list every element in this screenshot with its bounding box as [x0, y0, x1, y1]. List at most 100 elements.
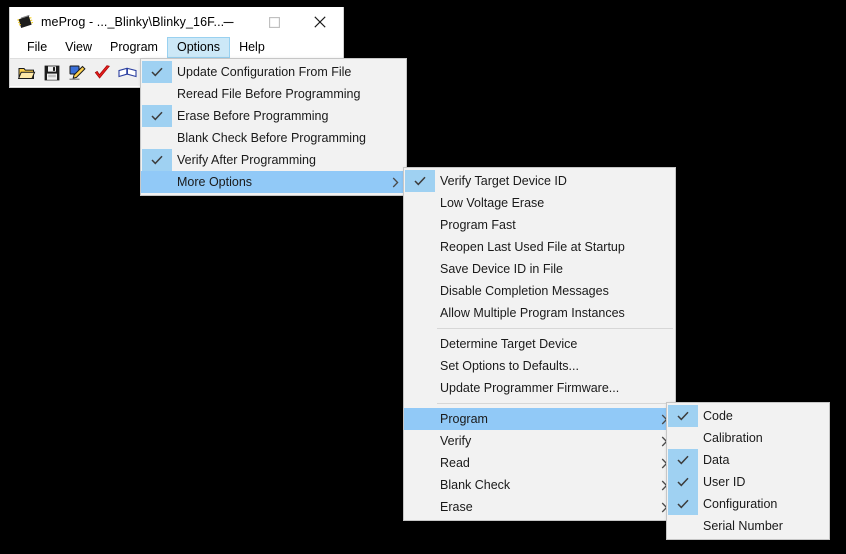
- checkmark-slot: [405, 302, 435, 324]
- menu-item-label: Erase: [440, 500, 473, 514]
- menubar-item-view[interactable]: View: [56, 37, 101, 58]
- program-device-icon[interactable]: [66, 62, 88, 84]
- menu-item-serial-number[interactable]: Serial Number: [667, 515, 829, 537]
- menubar-label: Help: [239, 40, 265, 55]
- window-title: meProg - ..._Blinky\Blinky_16F...: [41, 15, 225, 29]
- menu-item-label: Reread File Before Programming: [177, 87, 361, 101]
- menu-item-update-programmer-firmware[interactable]: Update Programmer Firmware...: [404, 377, 675, 399]
- checkmark-slot: [142, 127, 172, 149]
- menu-separator: [437, 328, 673, 329]
- menu-item-more-options[interactable]: More Options: [141, 171, 406, 193]
- menu-item-read[interactable]: Read: [404, 452, 675, 474]
- menubar-label: Program: [110, 40, 158, 55]
- menu-item-program[interactable]: Program: [404, 408, 675, 430]
- checkmark-slot: [405, 236, 435, 258]
- menu-item-label: Verify After Programming: [177, 153, 316, 167]
- menu-item-verify-target-device-id[interactable]: Verify Target Device ID: [404, 170, 675, 192]
- checkmark-icon: [405, 170, 435, 192]
- menu-item-save-device-id-in-file[interactable]: Save Device ID in File: [404, 258, 675, 280]
- menu-item-label: Allow Multiple Program Instances: [440, 306, 625, 320]
- checkmark-slot: [405, 192, 435, 214]
- menu-separator: [437, 403, 673, 404]
- menu-item-label: Verify Target Device ID: [440, 174, 567, 188]
- title-bar[interactable]: meProg - ..._Blinky\Blinky_16F...: [10, 7, 343, 37]
- maximize-icon[interactable]: [251, 7, 297, 37]
- menu-item-configuration[interactable]: Configuration: [667, 493, 829, 515]
- menu-item-label: Data: [703, 453, 730, 467]
- read-device-icon[interactable]: [116, 62, 138, 84]
- open-file-icon[interactable]: [16, 62, 38, 84]
- menu-item-label: Calibration: [703, 431, 763, 445]
- menubar-label: View: [65, 40, 93, 55]
- menu-item-user-id[interactable]: User ID: [667, 471, 829, 493]
- checkmark-slot: [668, 427, 698, 449]
- menu-item-allow-multiple-program-instances[interactable]: Allow Multiple Program Instances: [404, 302, 675, 324]
- menu-item-label: Determine Target Device: [440, 337, 578, 351]
- menu-item-low-voltage-erase[interactable]: Low Voltage Erase: [404, 192, 675, 214]
- menu-item-label: Code: [703, 409, 733, 423]
- menu-item-label: Program: [440, 412, 488, 426]
- menubar-item-help[interactable]: Help: [230, 37, 274, 58]
- menu-item-calibration[interactable]: Calibration: [667, 427, 829, 449]
- checkmark-slot: [405, 280, 435, 302]
- menu-item-label: Serial Number: [703, 519, 783, 533]
- menu-item-reread-file-before-programming[interactable]: Reread File Before Programming: [141, 83, 406, 105]
- menu-item-label: Update Configuration From File: [177, 65, 352, 79]
- chip-icon: [16, 13, 34, 31]
- menu-item-blank-check[interactable]: Blank Check: [404, 474, 675, 496]
- menu-item-data[interactable]: Data: [667, 449, 829, 471]
- menu-item-label: Blank Check Before Programming: [177, 131, 366, 145]
- checkmark-slot: [405, 430, 435, 452]
- menu-item-verify-after-programming[interactable]: Verify After Programming: [141, 149, 406, 171]
- checkmark-icon: [668, 449, 698, 471]
- menu-item-reopen-last-used-file-at-startup[interactable]: Reopen Last Used File at Startup: [404, 236, 675, 258]
- checkmark-slot: [405, 408, 435, 430]
- checkmark-slot: [405, 496, 435, 518]
- menu-item-label: Read: [440, 456, 470, 470]
- menubar-item-options[interactable]: Options: [166, 37, 231, 58]
- checkmark-slot: [142, 171, 172, 193]
- menu-item-label: Set Options to Defaults...: [440, 359, 579, 373]
- checkmark-slot: [668, 515, 698, 537]
- verify-icon[interactable]: [91, 62, 113, 84]
- menu-item-blank-check-before-programming[interactable]: Blank Check Before Programming: [141, 127, 406, 149]
- checkmark-icon: [142, 105, 172, 127]
- menu-item-set-options-to-defaults[interactable]: Set Options to Defaults...: [404, 355, 675, 377]
- menu-item-program-fast[interactable]: Program Fast: [404, 214, 675, 236]
- checkmark-slot: [405, 214, 435, 236]
- menubar-label: Options: [176, 40, 221, 55]
- menu-item-label: More Options: [177, 175, 253, 189]
- checkmark-slot: [142, 83, 172, 105]
- minimize-icon[interactable]: [205, 7, 251, 37]
- checkmark-slot: [405, 258, 435, 280]
- menu-item-update-configuration-from-file[interactable]: Update Configuration From File: [141, 61, 406, 83]
- menu-item-verify[interactable]: Verify: [404, 430, 675, 452]
- menu-item-label: Erase Before Programming: [177, 109, 329, 123]
- menubar-label: File: [27, 40, 48, 55]
- close-icon[interactable]: [297, 7, 343, 37]
- checkmark-slot: [405, 377, 435, 399]
- menu-item-label: Reopen Last Used File at Startup: [440, 240, 625, 254]
- checkmark-icon: [142, 149, 172, 171]
- menu-item-disable-completion-messages[interactable]: Disable Completion Messages: [404, 280, 675, 302]
- menu-item-determine-target-device[interactable]: Determine Target Device: [404, 333, 675, 355]
- menubar-item-file[interactable]: File: [18, 37, 56, 58]
- menu-item-label: Disable Completion Messages: [440, 284, 609, 298]
- program-submenu: Code Calibration Data User ID Configurat…: [666, 402, 830, 540]
- menu-item-label: Low Voltage Erase: [440, 196, 545, 210]
- menubar-item-program[interactable]: Program: [101, 37, 167, 58]
- checkmark-slot: [405, 452, 435, 474]
- menu-item-code[interactable]: Code: [667, 405, 829, 427]
- checkmark-icon: [668, 471, 698, 493]
- menu-item-label: Configuration: [703, 497, 778, 511]
- checkmark-icon: [668, 493, 698, 515]
- checkmark-slot: [405, 333, 435, 355]
- save-file-icon[interactable]: [41, 62, 63, 84]
- checkmark-icon: [668, 405, 698, 427]
- menu-item-erase[interactable]: Erase: [404, 496, 675, 518]
- menu-item-label: Program Fast: [440, 218, 516, 232]
- menu-item-erase-before-programming[interactable]: Erase Before Programming: [141, 105, 406, 127]
- checkmark-slot: [405, 355, 435, 377]
- checkmark-slot: [405, 474, 435, 496]
- menu-item-label: Blank Check: [440, 478, 511, 492]
